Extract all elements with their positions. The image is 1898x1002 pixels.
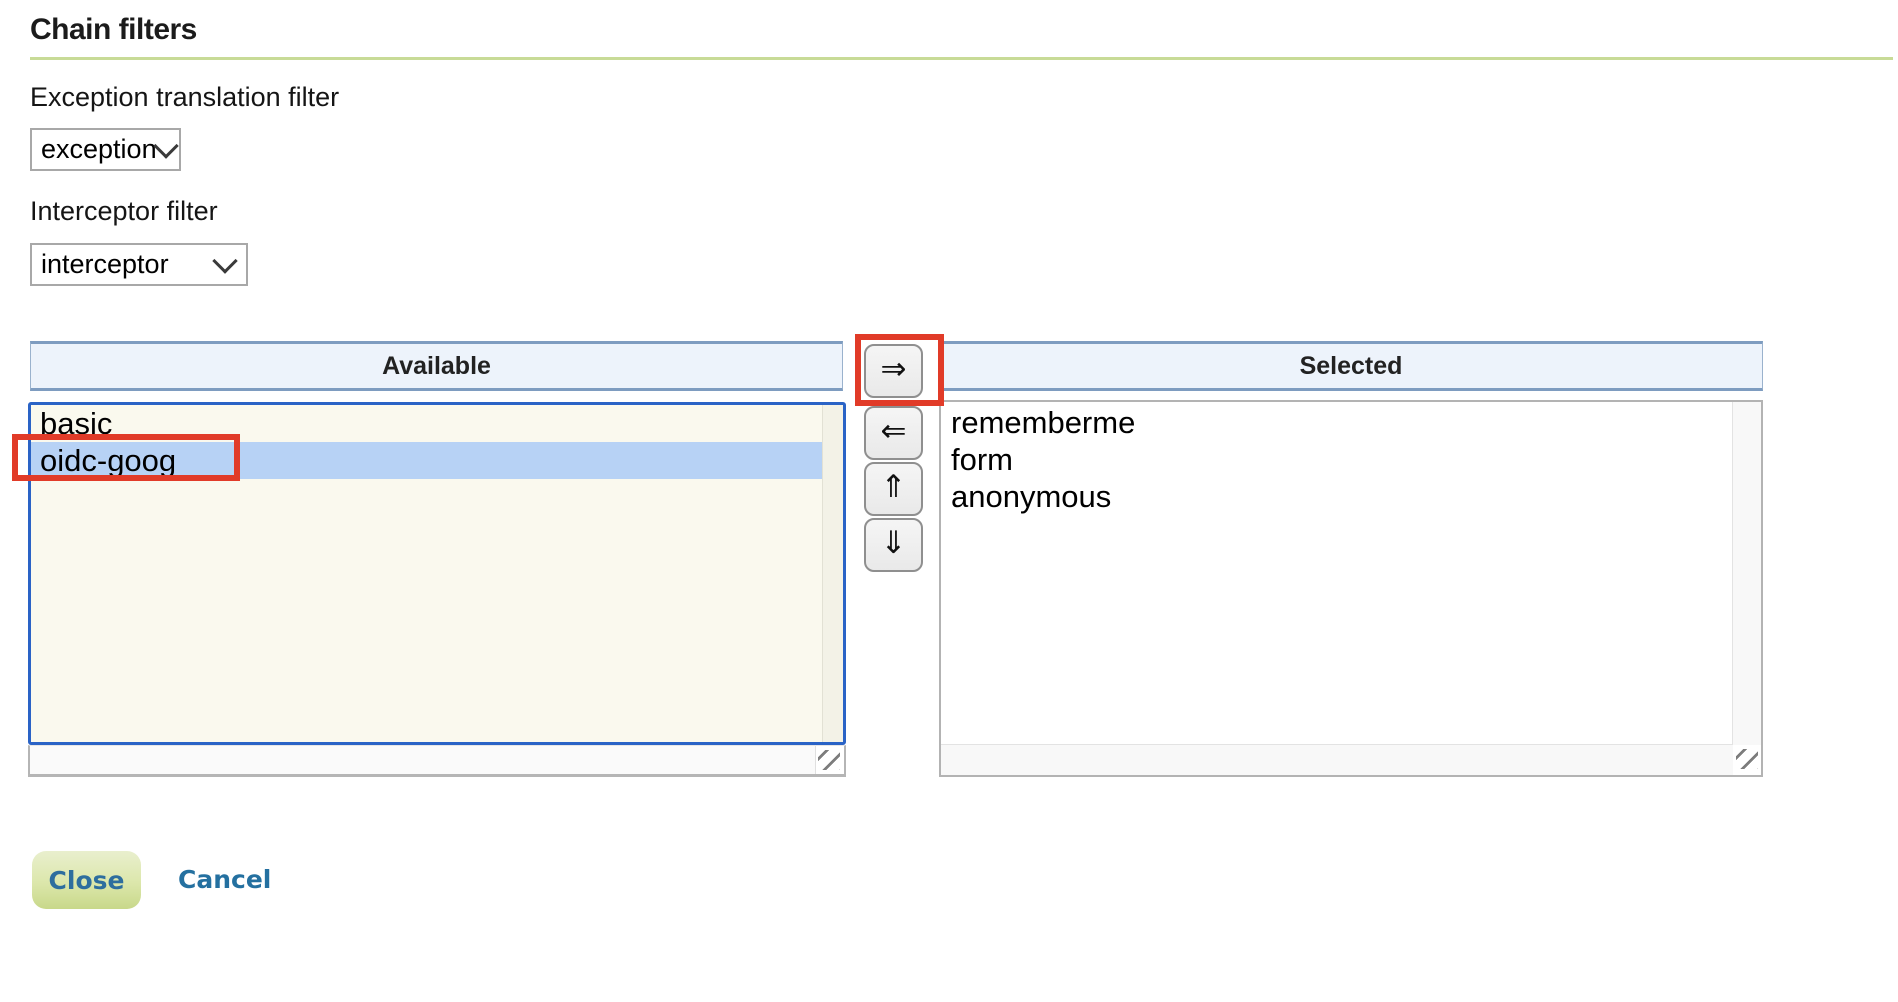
available-header-label: Available	[382, 352, 491, 381]
cancel-link[interactable]: Cancel	[178, 865, 271, 894]
interceptor-filter-label: Interceptor filter	[30, 196, 218, 227]
horizontal-scrollbar-track[interactable]	[28, 745, 846, 777]
chevron-down-icon	[212, 248, 237, 273]
list-option-form[interactable]: form	[941, 441, 1731, 478]
move-up-button[interactable]: ⇑	[864, 462, 923, 516]
selected-list-rows: rememberme form anonymous	[941, 404, 1731, 515]
vertical-scrollbar-track[interactable]	[822, 405, 843, 742]
interceptor-filter-value: interceptor	[41, 249, 169, 280]
available-panel-header: Available	[30, 341, 843, 391]
scrollbar-corner	[1733, 745, 1761, 775]
exception-filter-value: exception	[41, 134, 157, 165]
selected-panel-header: Selected	[939, 341, 1763, 391]
move-left-button[interactable]: ⇐	[864, 406, 923, 460]
interceptor-filter-select[interactable]: interceptor	[30, 243, 248, 286]
move-down-button[interactable]: ⇓	[864, 518, 923, 572]
horizontal-scrollbar-track[interactable]	[941, 744, 1733, 775]
selected-list[interactable]: rememberme form anonymous	[939, 400, 1763, 777]
resize-grip-icon[interactable]	[818, 750, 840, 770]
exception-filter-select[interactable]: exception	[30, 128, 181, 171]
title-underline-rule	[30, 57, 1893, 60]
selected-header-label: Selected	[1300, 352, 1403, 381]
vertical-scrollbar-track[interactable]	[1732, 402, 1761, 745]
list-option-rememberme[interactable]: rememberme	[941, 404, 1731, 441]
annotation-rect-oidc-goog	[12, 434, 240, 481]
chevron-down-icon	[153, 133, 178, 158]
list-option-anonymous[interactable]: anonymous	[941, 478, 1731, 515]
exception-filter-label: Exception translation filter	[30, 82, 339, 113]
double-arrow-down-icon: ⇓	[881, 525, 907, 561]
double-arrow-left-icon: ⇐	[881, 413, 907, 449]
chain-filters-page: Chain filters Exception translation filt…	[0, 0, 1898, 1002]
double-arrow-up-icon: ⇑	[881, 469, 907, 505]
scrollbar-corner	[815, 746, 844, 774]
resize-grip-icon[interactable]	[1736, 749, 1758, 769]
close-button[interactable]: Close	[32, 851, 141, 909]
annotation-rect-move-right-button	[855, 334, 944, 406]
page-title: Chain filters	[30, 13, 197, 47]
